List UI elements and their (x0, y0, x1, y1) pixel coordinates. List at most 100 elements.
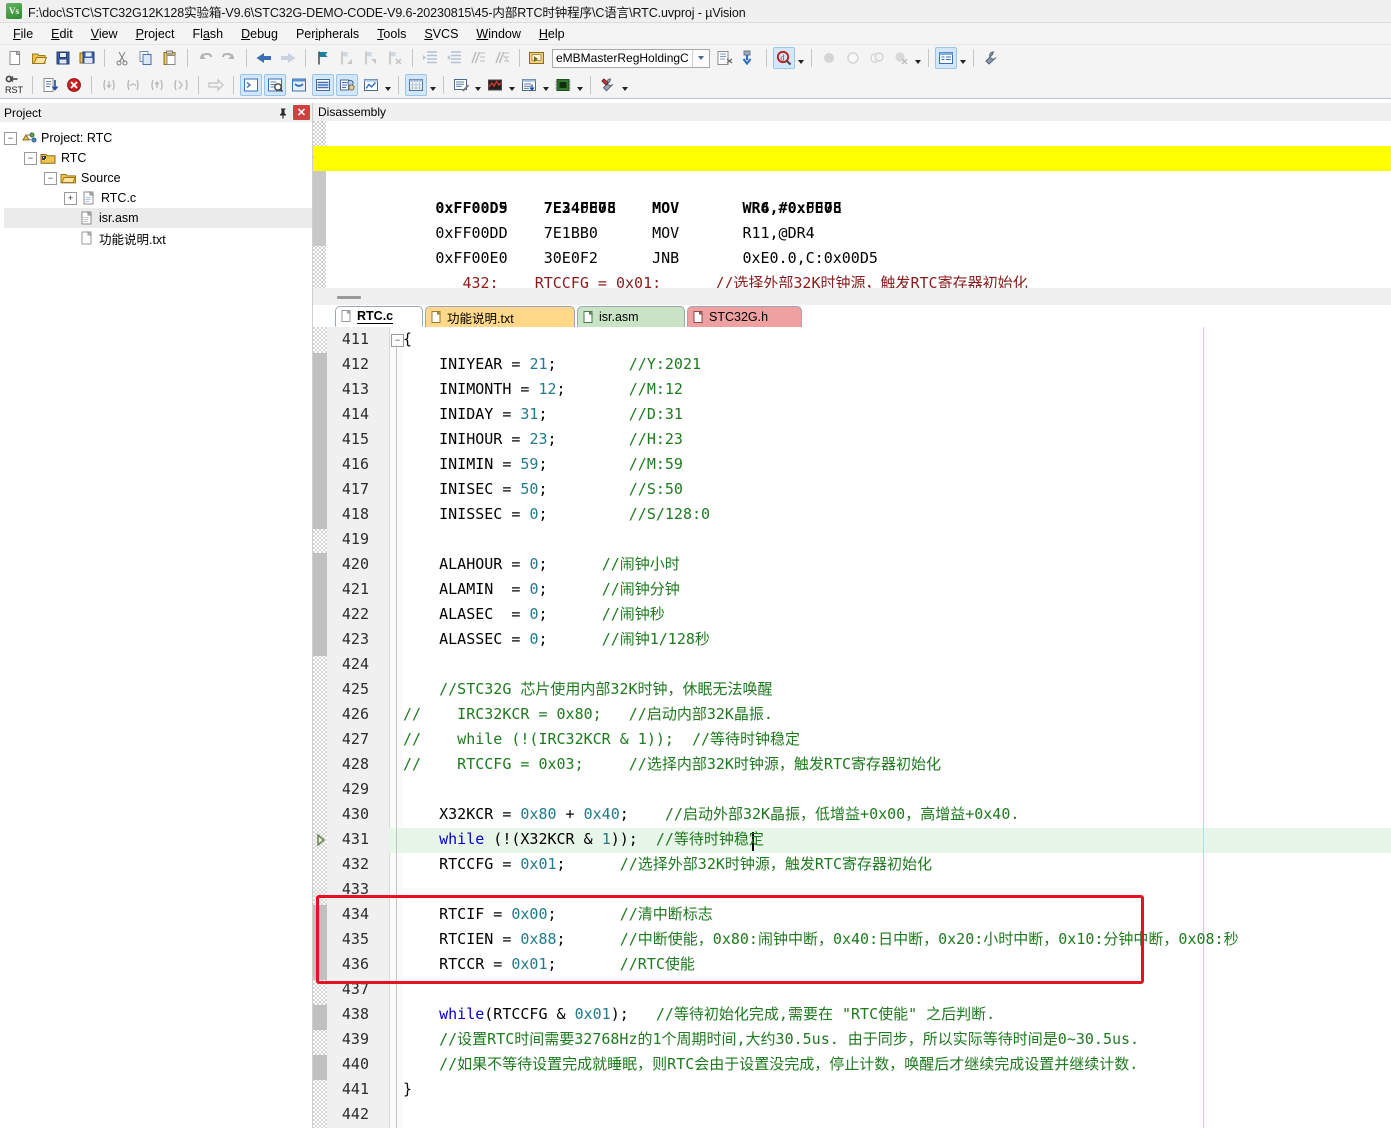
expander-icon[interactable]: + (64, 191, 77, 205)
system-viewer-icon[interactable] (552, 74, 574, 96)
memory-window-caret-icon[interactable] (428, 74, 438, 96)
call-stack-icon[interactable] (336, 73, 358, 96)
target-selector-combo[interactable]: eMBMasterRegHoldingC (552, 48, 710, 68)
code-line[interactable]: INIHOUR = 23; //H:23 (403, 427, 1391, 452)
code-line[interactable]: // RTCCFG = 0x03; //选择内部32K时钟源，触发RTC寄存器初… (403, 752, 1391, 777)
bookmark-clear-icon[interactable] (384, 47, 406, 69)
menu-peripherals[interactable]: Peripherals (287, 25, 368, 43)
code-line[interactable] (403, 1102, 1391, 1127)
tab-isr-asm[interactable]: isr.asm (577, 306, 685, 327)
step-out-icon[interactable] (146, 74, 168, 96)
menu-view[interactable]: View (82, 25, 127, 43)
code-editor[interactable]: − 411{412 INIYEAR = 21; //Y:2021 413 INIM… (313, 327, 1391, 1128)
run-to-cursor-icon[interactable] (170, 74, 192, 96)
serial-window-caret-icon[interactable] (473, 74, 483, 96)
code-line[interactable]: INISEC = 50; //S:50 (403, 477, 1391, 502)
tree-item-project-rtc[interactable]: − Project: RTC (4, 128, 312, 148)
tree-item-isr-asm[interactable]: isr.asm (4, 208, 312, 228)
menu-window[interactable]: Window (467, 25, 529, 43)
window-splitter[interactable] (313, 288, 1391, 305)
code-line[interactable]: RTCCR = 0x01; //RTC使能 (403, 952, 1391, 977)
tree-item-source-group[interactable]: − Source (4, 168, 312, 188)
code-line[interactable]: while(RTCCFG & 0x01); //等待初始化完成,需要在 "RTC… (403, 1002, 1391, 1027)
code-line[interactable]: INIYEAR = 21; //Y:2021 (403, 352, 1391, 377)
breakpoint-icon[interactable] (818, 47, 840, 69)
code-line[interactable]: INISSEC = 0; //S/128:0 (403, 502, 1391, 527)
disable-all-breakpoints-icon[interactable] (866, 47, 888, 69)
code-line[interactable] (403, 777, 1391, 802)
trace-window-icon[interactable] (518, 74, 540, 96)
expander-icon[interactable]: − (4, 131, 17, 145)
outdent-icon[interactable] (443, 47, 465, 69)
find-dropdown-caret-icon[interactable] (796, 47, 806, 69)
disassembly-instruction[interactable]: 0xFF00E0 30E0F2 JNB 0xE0.0,C:0x00D5 (313, 221, 1391, 267)
splitter-grip[interactable] (337, 296, 361, 299)
comment-icon[interactable] (467, 47, 489, 69)
code-line[interactable]: ALAMIN = 0; //闹钟分钟 (403, 577, 1391, 602)
uncomment-icon[interactable] (491, 47, 513, 69)
reset-cpu-icon[interactable]: RST (4, 74, 26, 96)
code-line[interactable]: //设置RTC时间需要32768Hz的1个周期时间,大约30.5us. 由于同步… (403, 1027, 1391, 1052)
symbols-window-icon[interactable] (288, 74, 310, 96)
code-line[interactable]: INIDAY = 31; //D:31 (403, 402, 1391, 427)
indent-icon[interactable] (419, 47, 441, 69)
code-line[interactable]: INIMONTH = 12; //M:12 (403, 377, 1391, 402)
code-line[interactable]: ALASEC = 0; //闹钟秒 (403, 602, 1391, 627)
menu-flash[interactable]: Flash (184, 25, 233, 43)
breakpoint-dropdown-caret-icon[interactable] (913, 47, 923, 69)
menu-help[interactable]: Help (530, 25, 574, 43)
menu-edit[interactable]: Edit (42, 25, 82, 43)
navigate-forward-icon[interactable] (277, 47, 299, 69)
expander-icon[interactable]: − (44, 171, 57, 185)
tree-item-rtc-target[interactable]: − RTC (4, 148, 312, 168)
code-line[interactable]: RTCIF = 0x00; //清中断标志 (403, 902, 1391, 927)
code-line[interactable]: } (403, 1077, 1391, 1102)
command-window-icon[interactable] (240, 73, 262, 96)
menu-debug[interactable]: Debug (232, 25, 287, 43)
find-in-files-icon[interactable]: d (772, 47, 795, 69)
disassembly-instruction[interactable]: 0xFF00D9 7E24007E MOV WR4,#0x007E (313, 171, 1391, 217)
menu-project[interactable]: Project (127, 25, 184, 43)
copy-icon[interactable] (135, 47, 157, 69)
code-line[interactable]: while (!(X32KCR & 1)); //等待时钟稳定 (403, 827, 1391, 852)
code-line[interactable]: ALAHOUR = 0; //闹钟小时 (403, 552, 1391, 577)
expander-icon[interactable]: − (24, 151, 37, 165)
tree-item-rtc-c[interactable]: + RTC.c (4, 188, 312, 208)
file-extensions-icon[interactable] (714, 47, 736, 69)
code-line[interactable]: // while (!(IRC32KCR & 1)); //等待时钟稳定 (403, 727, 1391, 752)
stop-icon[interactable] (63, 74, 85, 96)
project-window-caret-icon[interactable] (958, 47, 968, 69)
disassembly-instruction[interactable]: 0xFF00DD 7E1BB0 MOV R11,@DR4 (313, 196, 1391, 242)
pin-icon[interactable] (275, 105, 291, 120)
navigate-back-icon[interactable] (253, 47, 275, 69)
toolbox-caret-icon[interactable] (620, 74, 630, 96)
save-icon[interactable] (52, 47, 74, 69)
code-line[interactable]: RTCIEN = 0x88; //中断使能，0x80:闹钟中断，0x40:日中断… (403, 927, 1391, 952)
undo-icon[interactable] (194, 47, 216, 69)
save-all-icon[interactable] (76, 47, 98, 69)
code-line[interactable]: { (403, 327, 1391, 352)
run-icon[interactable] (39, 74, 61, 96)
code-line[interactable]: //STC32G 芯片使用内部32K时钟，休眠无法唤醒 (403, 677, 1391, 702)
bookmark-toggle-icon[interactable] (312, 47, 334, 69)
serial-window-icon[interactable] (450, 74, 472, 96)
system-viewer-caret-icon[interactable] (575, 74, 585, 96)
code-line[interactable] (403, 877, 1391, 902)
disassembly-window-icon[interactable] (264, 73, 286, 96)
kill-all-breakpoints-icon[interactable] (890, 47, 912, 69)
open-file-icon[interactable] (28, 47, 50, 69)
tab-stc32g-h[interactable]: STC32G.h (687, 306, 802, 327)
tab-rtc-c[interactable]: RTC.c (335, 306, 423, 327)
code-line[interactable]: ALASSEC = 0; //闹钟1/128秒 (403, 627, 1391, 652)
disassembly-instruction-current[interactable]: 0xFF00D5 7E34FE08 MOV WR6,#0xFE08 (313, 146, 1391, 217)
menu-file[interactable]: File (4, 25, 42, 43)
watch-window-caret-icon[interactable] (383, 74, 393, 96)
code-line[interactable]: INIMIN = 59; //M:59 (403, 452, 1391, 477)
show-next-statement-icon[interactable] (205, 74, 227, 96)
analysis-window-icon[interactable] (484, 74, 506, 96)
code-line[interactable] (403, 977, 1391, 1002)
project-window-icon[interactable] (934, 47, 957, 69)
cut-icon[interactable] (111, 47, 133, 69)
watch-window-icon[interactable] (360, 74, 382, 96)
tab-readme-txt[interactable]: 功能说明.txt (425, 306, 575, 327)
